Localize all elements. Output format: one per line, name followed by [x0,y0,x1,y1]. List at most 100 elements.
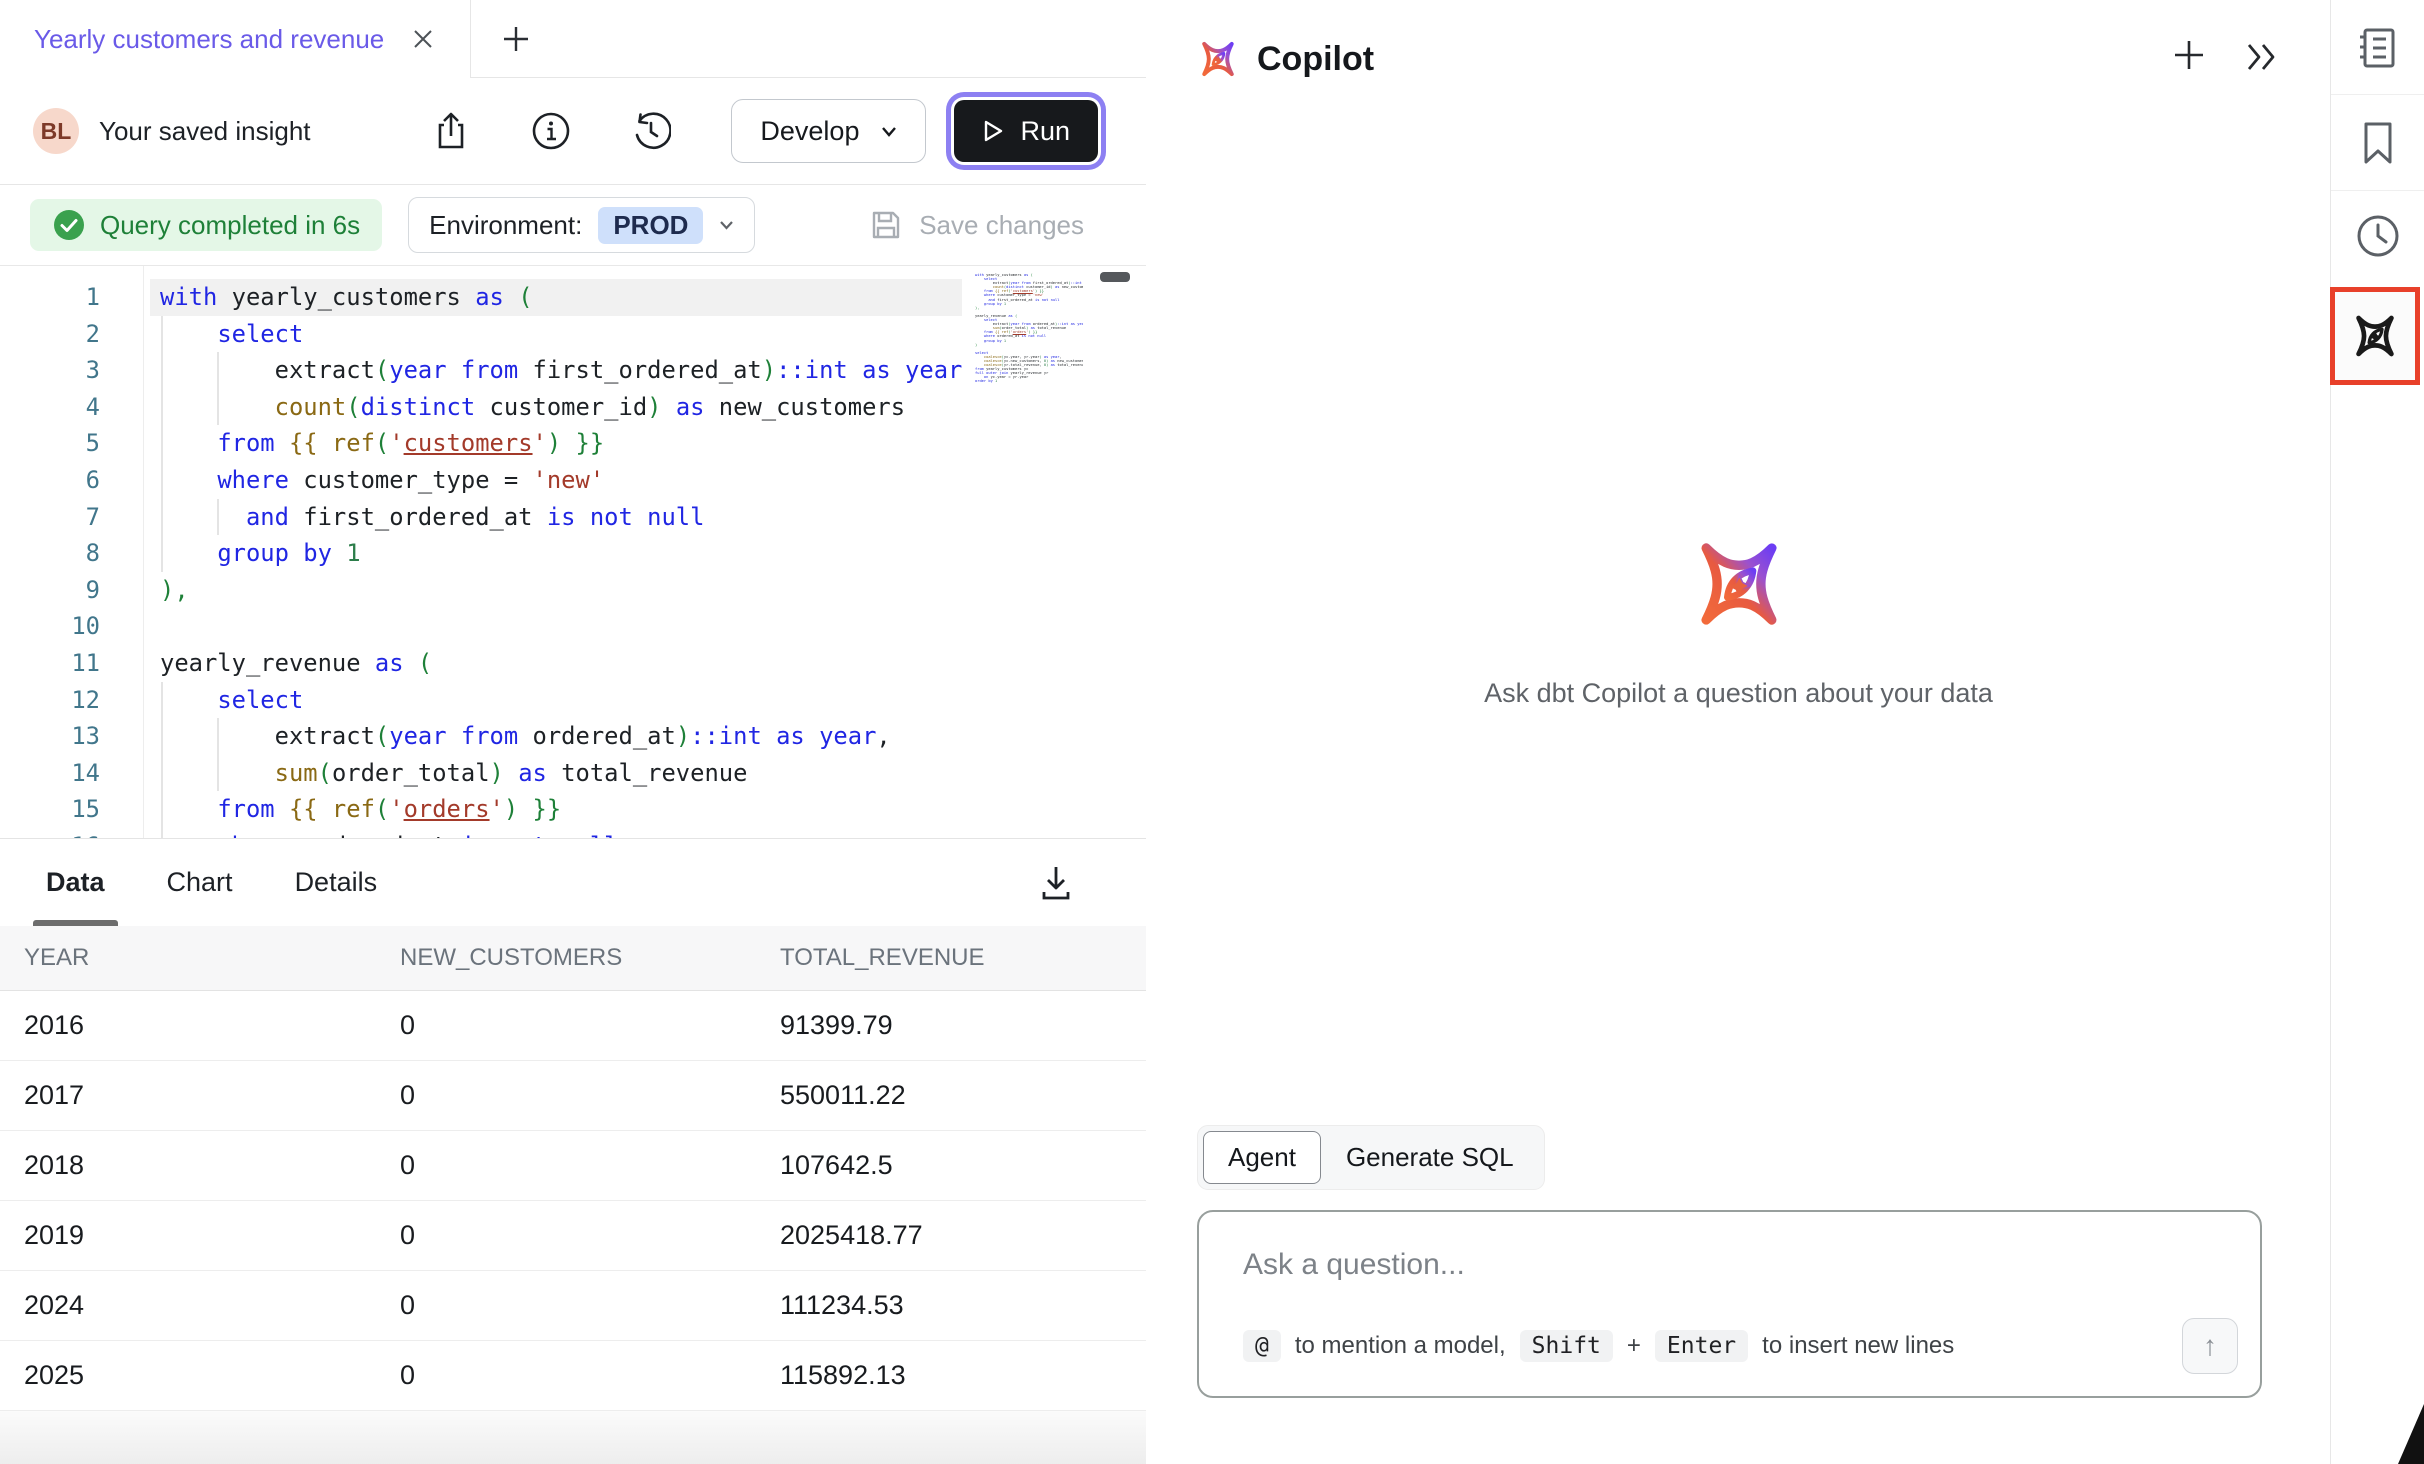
code-line[interactable]: 6 where customer_type = 'new' [0,462,962,499]
new-tab-button[interactable] [471,0,561,77]
results-tab-details[interactable]: Details [282,839,391,926]
history-clock-icon[interactable] [2331,213,2424,259]
history-icon[interactable] [631,111,671,151]
copilot-title: Copilot [1257,40,1374,79]
code-line[interactable]: 4 count(distinct customer_id) as new_cus… [0,389,962,426]
tab-title: Yearly customers and revenue [34,24,384,55]
download-icon[interactable] [1034,861,1078,905]
copilot-panel: Copilot Ask dbt Copilot a question about… [1147,0,2330,1464]
right-icon-sidebar [2330,0,2424,1464]
collapse-panel-icon[interactable] [2244,40,2282,76]
environment-value-badge: PROD [598,207,703,244]
chevron-down-icon [881,126,897,137]
new-chat-button[interactable] [2172,38,2212,78]
table-cell: 2018 [24,1150,400,1181]
table-cell: 115892.13 [780,1360,1146,1391]
dbt-copilot-logo-large [1689,534,1789,634]
mode-switcher: AgentGenerate SQL [1197,1125,1545,1190]
cursor-arrow [2398,1404,2424,1464]
question-placeholder: Ask a question... [1243,1248,2216,1282]
table-cell: 2025418.77 [780,1220,1146,1251]
tab-yearly-customers[interactable]: Yearly customers and revenue [0,0,471,78]
results-tab-chart[interactable]: Chart [154,839,246,926]
table-header: YEARNEW_CUSTOMERSTOTAL_REVENUE [0,926,1146,991]
enter-key-badge: Enter [1655,1330,1748,1362]
table-cell: 2017 [24,1080,400,1111]
editor-minimap[interactable]: with yearly_customers as ( select extrac… [975,273,1083,403]
table-row[interactable]: 20250115892.13 [0,1341,1146,1411]
copilot-header: Copilot [1147,0,2330,118]
develop-label: Develop [760,116,859,147]
dbt-copilot-logo-icon [1197,38,1239,80]
results-tab-bar: Data Chart Details [0,839,1146,926]
code-line[interactable]: 3 extract(year from first_ordered_at)::i… [0,352,962,389]
editor-scrollbar[interactable] [1100,272,1130,282]
arrow-up-icon: ↑ [2203,1330,2217,1362]
column-header: TOTAL_REVENUE [780,944,1146,972]
table-footer [0,1411,1146,1464]
table-cell: 0 [400,1010,780,1041]
play-icon [982,119,1004,143]
table-cell: 2024 [24,1290,400,1321]
table-row[interactable]: 20180107642.5 [0,1131,1146,1201]
run-label: Run [1020,116,1070,147]
question-input[interactable]: Ask a question... @ to mention a model, … [1197,1210,2262,1398]
code-line[interactable]: 7 and first_ordered_at is not null [0,499,962,536]
query-status-badge: Query completed in 6s [30,199,382,251]
table-row[interactable]: 2016091399.79 [0,991,1146,1061]
table-cell: 550011.22 [780,1080,1146,1111]
code-line[interactable]: 8 group by 1 [0,535,962,572]
code-lines[interactable]: 1with yearly_customers as (2 select3 ext… [0,279,962,838]
table-cell: 2025 [24,1360,400,1391]
save-icon [869,208,903,242]
code-line[interactable]: 13 extract(year from ordered_at)::int as… [0,718,962,755]
develop-dropdown[interactable]: Develop [731,99,926,163]
table-row[interactable]: 20240111234.53 [0,1271,1146,1341]
table-cell: 0 [400,1220,780,1251]
environment-selector[interactable]: Environment: PROD [408,197,755,253]
close-tab-icon[interactable] [410,26,436,52]
query-status-text: Query completed in 6s [100,210,360,241]
code-line[interactable]: 15 from {{ ref('orders') }} [0,791,962,828]
insight-toolbar: BL Your saved insight Develop Run [0,78,1146,185]
mode-generate-sql[interactable]: Generate SQL [1321,1131,1539,1184]
table-cell: 91399.79 [780,1010,1146,1041]
table-cell: 107642.5 [780,1150,1146,1181]
copilot-sidebar-highlight[interactable] [2330,287,2420,385]
code-line[interactable]: 2 select [0,316,962,353]
column-header: YEAR [24,944,400,972]
table-row[interactable]: 20170550011.22 [0,1061,1146,1131]
code-line[interactable]: 5 from {{ ref('customers') }} [0,425,962,462]
hint-mention-text: to mention a model, [1295,1332,1506,1360]
table-cell: 111234.53 [780,1290,1146,1321]
code-line[interactable]: 9), [0,572,962,609]
table-row[interactable]: 201902025418.77 [0,1201,1146,1271]
editor-pane: Yearly customers and revenue BL Your sav… [0,0,1146,1464]
bookmark-icon[interactable] [2331,120,2424,166]
mode-agent[interactable]: Agent [1203,1131,1321,1184]
code-line[interactable]: 11yearly_revenue as ( [0,645,962,682]
results-panel: Data Chart Details YEARNEW_CUSTOMERSTOTAL_… [0,838,1146,1464]
code-line[interactable]: 14 sum(order_total) as total_revenue [0,755,962,792]
avatar: BL [33,108,79,154]
results-tab-data[interactable]: Data [33,839,118,926]
info-icon[interactable] [531,111,571,151]
notebook-outline-icon[interactable] [2331,25,2424,71]
send-question-button[interactable]: ↑ [2182,1318,2238,1374]
table-body: 2016091399.7920170550011.2220180107642.5… [0,991,1146,1411]
code-line[interactable]: 1with yearly_customers as ( [0,279,962,316]
share-icon[interactable] [431,111,471,151]
code-line[interactable]: 16 where ordered_at is not null [0,828,962,838]
run-button[interactable]: Run [954,100,1098,162]
copilot-composer: AgentGenerate SQL Ask a question... @ to… [1147,1125,2330,1464]
table-cell: 0 [400,1290,780,1321]
tab-bar: Yearly customers and revenue [0,0,1146,78]
code-line[interactable]: 12 select [0,682,962,719]
hint-newline-text: to insert new lines [1762,1332,1954,1360]
table-cell: 2019 [24,1220,400,1251]
shift-key-badge: Shift [1520,1330,1613,1362]
code-line[interactable]: 10 [0,608,962,645]
save-changes-button[interactable]: Save changes [869,208,1084,242]
sql-code-editor[interactable]: 1with yearly_customers as (2 select3 ext… [0,265,1146,838]
status-bar: Query completed in 6s Environment: PROD … [0,185,1146,265]
